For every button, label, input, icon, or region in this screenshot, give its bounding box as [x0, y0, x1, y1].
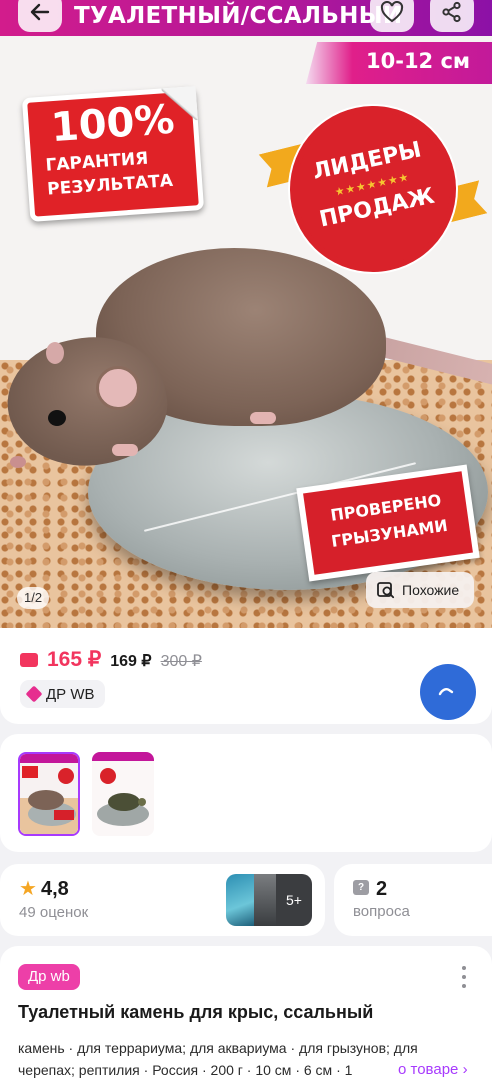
about-product-label: о товаре: [398, 1061, 459, 1078]
price-old: 300 ₽: [160, 653, 202, 670]
question-bubble-icon: ?: [353, 880, 369, 895]
review-photo-1: [226, 874, 254, 926]
image-rat-ear-back: [46, 342, 64, 364]
price-card: 165 ₽ 169 ₽ 300 ₽ ДР WB: [0, 628, 492, 724]
description-card: Др wb Туалетный камень для крыс, ссальны…: [0, 946, 492, 1090]
more-options-icon[interactable]: [458, 964, 470, 990]
thumbnails-card: [0, 734, 492, 852]
star-icon: ★: [19, 878, 37, 900]
price-current: 169 ₽: [110, 653, 152, 670]
product-page: ТУАЛЕТНЫЙ/ССАЛЬНЫЙ 10-12 см 100% ГАРАНТИ…: [0, 0, 492, 1090]
rating-value: 4,8: [41, 878, 69, 900]
chat-icon: [438, 688, 454, 696]
favorite-button[interactable]: [370, 0, 414, 32]
dr-wb-label: ДР WB: [46, 685, 95, 703]
brand-chip[interactable]: Др wb: [18, 964, 80, 990]
rating-count: 49 оценок: [19, 904, 89, 921]
questions-value: 2: [376, 878, 388, 900]
review-photos[interactable]: 5+: [226, 874, 312, 926]
thumbnail-1[interactable]: [18, 752, 80, 836]
back-button[interactable]: [18, 0, 62, 32]
dr-wb-chip[interactable]: ДР WB: [20, 680, 105, 708]
guarantee-line2: ГАРАНТИЯ: [44, 148, 149, 176]
image-banner-text: ТУАЛЕТНЫЙ/ССАЛЬНЫЙ: [74, 3, 403, 29]
chevron-right-icon: ›: [462, 1061, 468, 1078]
bestseller-seal: ЛИДЕРЫ ★★★★★★★ ПРОДАЖ: [281, 97, 465, 281]
guarantee-percent: 100%: [49, 96, 176, 152]
guarantee-line3: РЕЗУЛЬТАТА: [46, 170, 174, 200]
tags-line1: камень · для террариума; для аквариума ·…: [18, 1040, 418, 1056]
price-wallet-discount: 165 ₽: [47, 648, 102, 671]
review-photos-more: 5+: [276, 874, 312, 926]
sticker-curl: [161, 86, 198, 123]
guarantee-sticker: 100% ГАРАНТИЯ РЕЗУЛЬТАТА: [21, 86, 205, 222]
image-rat-ear: [96, 366, 140, 410]
chat-fab-button[interactable]: [420, 664, 476, 720]
review-photo-2: [254, 874, 276, 926]
thumbnail-turtle-image: [92, 752, 154, 836]
diamond-icon: [25, 685, 43, 703]
image-size-text: 10-12 см: [366, 49, 471, 73]
share-icon: [442, 1, 461, 23]
price-row: 165 ₽ 169 ₽ 300 ₽: [20, 647, 202, 672]
about-product-link[interactable]: о товаре ›: [380, 1059, 492, 1081]
image-rat-paw: [250, 412, 276, 424]
image-rat-paw: [112, 444, 138, 456]
similar-button[interactable]: Похожие: [366, 572, 474, 608]
similar-label: Похожие: [402, 582, 460, 598]
image-rat-nose: [10, 456, 26, 468]
product-image-gallery[interactable]: ТУАЛЕТНЫЙ/ССАЛЬНЫЙ 10-12 см 100% ГАРАНТИ…: [0, 0, 492, 628]
wallet-icon: [20, 653, 38, 667]
tested-badge-fill: ПРОВЕРЕНО ГРЫЗУНАМИ: [303, 471, 473, 575]
questions-card[interactable]: ? 2 вопроса: [334, 864, 492, 936]
thumbnail-2[interactable]: [92, 752, 154, 836]
product-title: Туалетный камень для крыс, ссальный: [18, 1002, 374, 1022]
questions-label: вопроса: [353, 903, 410, 920]
rating-card[interactable]: ★ 4,8 49 оценок 5+: [0, 864, 325, 936]
arrow-left-icon: [30, 3, 50, 21]
thumbnail-rat-image: [20, 754, 78, 834]
share-button[interactable]: [430, 0, 474, 32]
image-rat-eye: [48, 410, 66, 426]
heart-icon: [380, 1, 404, 23]
similar-search-icon: [377, 582, 395, 599]
image-counter: 1/2: [17, 587, 50, 609]
